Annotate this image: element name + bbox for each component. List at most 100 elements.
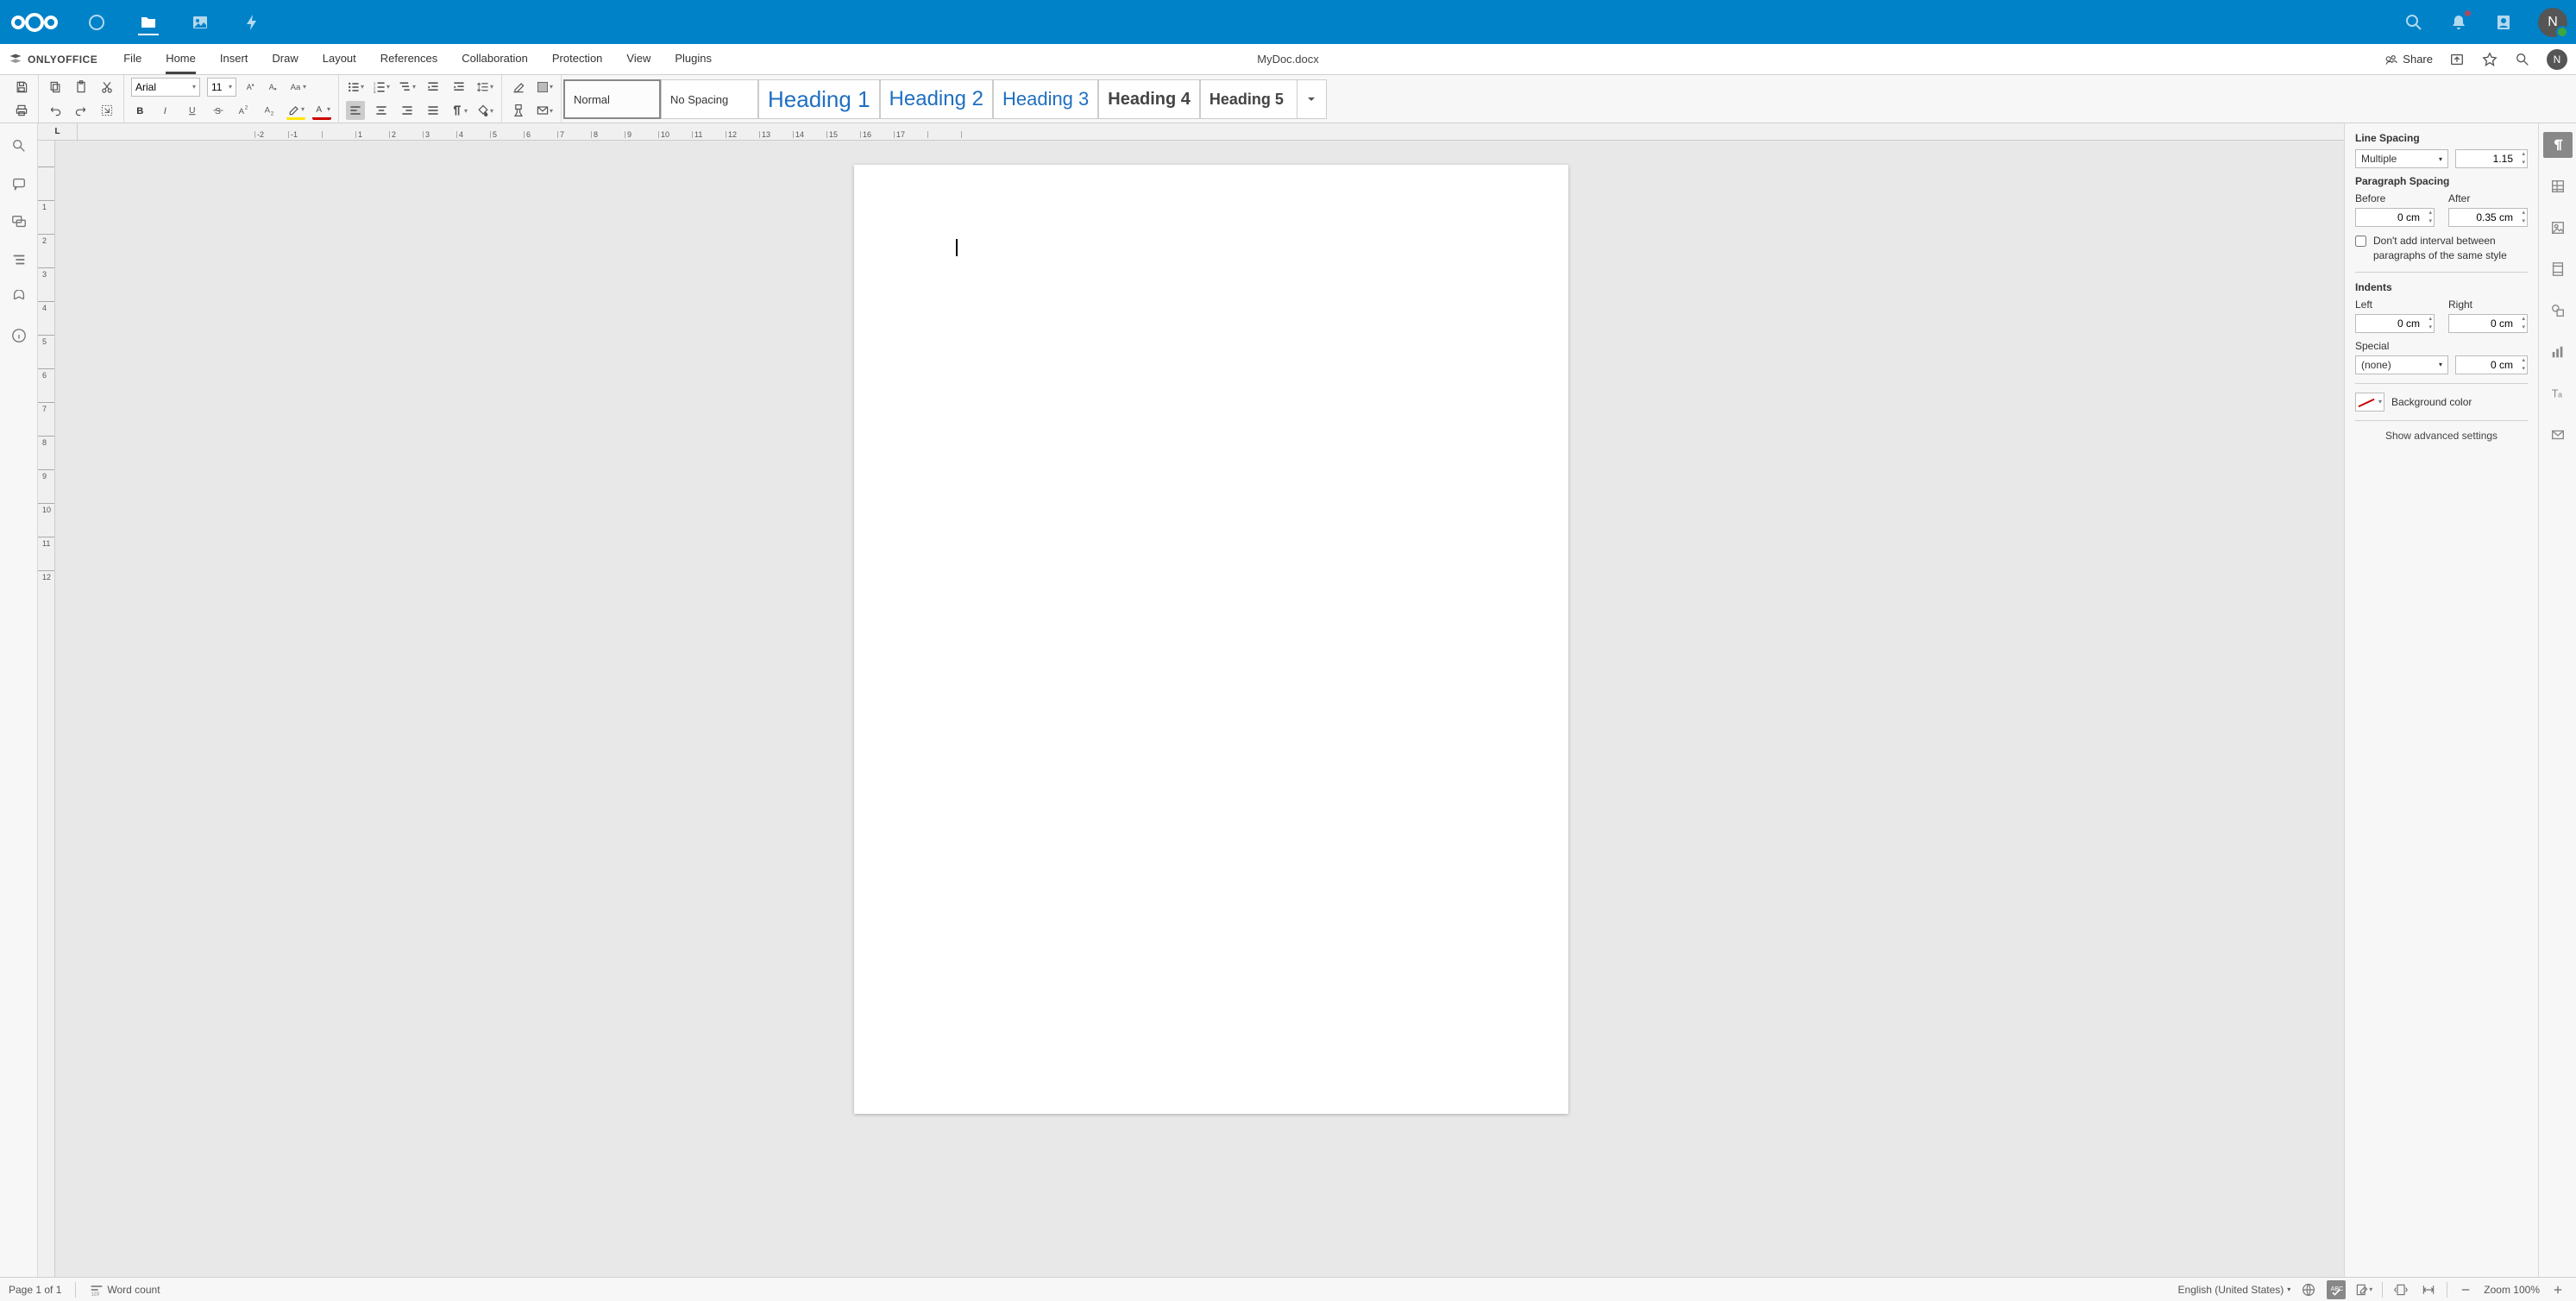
- feedback-icon[interactable]: [10, 289, 28, 306]
- highlight-color-icon[interactable]: ▾: [286, 101, 305, 120]
- font-name-selector[interactable]: ▾: [131, 78, 200, 97]
- style-heading-1[interactable]: Heading 1: [758, 79, 880, 119]
- styles-more-button[interactable]: [1297, 79, 1327, 119]
- style-no-spacing[interactable]: No Spacing: [661, 79, 758, 119]
- redo-icon[interactable]: [72, 101, 91, 120]
- open-location-icon[interactable]: [2448, 51, 2466, 68]
- shape-settings-tab-icon[interactable]: [2543, 298, 2573, 324]
- set-doc-language-icon[interactable]: [2299, 1280, 2318, 1299]
- font-name-input[interactable]: [135, 81, 189, 93]
- line-spacing-mode-select[interactable]: Multiple▾: [2355, 149, 2448, 168]
- style-heading-3[interactable]: Heading 3: [993, 79, 1098, 119]
- decrease-font-icon[interactable]: A▾: [266, 79, 281, 95]
- page-indicator[interactable]: Page 1 of 1: [9, 1284, 61, 1296]
- line-spacing-value-input[interactable]: [2455, 149, 2528, 168]
- language-selector[interactable]: English (United States) ▾: [2178, 1284, 2291, 1296]
- chart-settings-tab-icon[interactable]: [2543, 339, 2573, 365]
- font-size-selector[interactable]: ▾: [207, 78, 236, 97]
- track-changes-icon[interactable]: ▾: [2354, 1280, 2373, 1299]
- menu-file[interactable]: File: [123, 45, 141, 74]
- increase-font-icon[interactable]: A▴: [243, 79, 259, 95]
- align-left-icon[interactable]: [346, 101, 365, 120]
- indent-left-input[interactable]: [2355, 314, 2435, 333]
- dashboard-app-icon[interactable]: [86, 12, 107, 33]
- paragraph-shading-icon[interactable]: ▾: [535, 78, 554, 97]
- favorite-star-icon[interactable]: [2481, 51, 2498, 68]
- decrease-indent-icon[interactable]: [424, 78, 443, 97]
- menu-plugins[interactable]: Plugins: [675, 45, 712, 74]
- align-right-icon[interactable]: [398, 101, 417, 120]
- spacing-before-value[interactable]: [2359, 211, 2420, 223]
- mailmerge-settings-tab-icon[interactable]: [2543, 422, 2573, 448]
- bullet-list-icon[interactable]: ▾: [346, 78, 365, 97]
- multilevel-list-icon[interactable]: ▾: [398, 78, 417, 97]
- style-normal[interactable]: Normal: [563, 79, 661, 119]
- line-spacing-icon[interactable]: ▾: [475, 78, 494, 97]
- spacing-before-input[interactable]: [2355, 208, 2435, 227]
- nonprinting-icon[interactable]: ▾: [449, 101, 468, 120]
- superscript-icon[interactable]: A2: [235, 101, 254, 120]
- document-name[interactable]: MyDoc.docx: [1257, 53, 1319, 66]
- indent-right-value[interactable]: [2453, 317, 2513, 330]
- editor-user-avatar[interactable]: N: [2547, 49, 2567, 70]
- spellcheck-icon[interactable]: ABC: [2327, 1280, 2346, 1299]
- indent-left-value[interactable]: [2359, 317, 2420, 330]
- search-icon[interactable]: [2403, 12, 2424, 33]
- menu-view[interactable]: View: [626, 45, 650, 74]
- activity-app-icon[interactable]: [242, 12, 262, 33]
- table-settings-tab-icon[interactable]: [2543, 173, 2573, 199]
- menu-references[interactable]: References: [380, 45, 437, 74]
- document-scroll[interactable]: [78, 141, 2344, 1277]
- headings-icon[interactable]: [10, 251, 28, 268]
- increase-indent-icon[interactable]: [449, 78, 468, 97]
- files-app-icon[interactable]: [138, 15, 159, 35]
- spacing-after-value[interactable]: [2453, 211, 2513, 223]
- italic-icon[interactable]: I: [157, 101, 176, 120]
- align-center-icon[interactable]: [372, 101, 391, 120]
- align-justify-icon[interactable]: [424, 101, 443, 120]
- spacing-after-input[interactable]: [2448, 208, 2528, 227]
- menu-collaboration[interactable]: Collaboration: [462, 45, 528, 74]
- horizontal-ruler[interactable]: -2-11234567891011121314151617: [78, 123, 2344, 141]
- find-icon[interactable]: [10, 137, 28, 154]
- style-heading-4[interactable]: Heading 4: [1098, 79, 1200, 119]
- paste-icon[interactable]: [72, 78, 91, 97]
- no-interval-checkbox[interactable]: Don't add interval between paragraphs of…: [2355, 234, 2528, 263]
- font-size-input[interactable]: [211, 81, 225, 93]
- style-heading-5[interactable]: Heading 5: [1200, 79, 1297, 119]
- onlyoffice-brand[interactable]: ONLYOFFICE: [9, 53, 97, 66]
- zoom-level[interactable]: Zoom 100%: [2484, 1284, 2540, 1296]
- image-settings-tab-icon[interactable]: [2543, 215, 2573, 241]
- cut-icon[interactable]: [97, 78, 116, 97]
- share-button[interactable]: Share: [2384, 53, 2433, 66]
- notifications-icon[interactable]: [2448, 12, 2469, 33]
- change-case-icon[interactable]: Aa▾: [288, 78, 307, 97]
- number-list-icon[interactable]: 123▾: [372, 78, 391, 97]
- chat-icon[interactable]: [10, 213, 28, 230]
- subscript-icon[interactable]: A2: [261, 101, 280, 120]
- contacts-icon[interactable]: [2493, 12, 2514, 33]
- user-avatar[interactable]: N: [2538, 8, 2567, 37]
- background-color-swatch[interactable]: ▾: [2355, 393, 2384, 412]
- about-icon[interactable]: [10, 327, 28, 344]
- menu-draw[interactable]: Draw: [272, 45, 298, 74]
- word-count-button[interactable]: 123 Word count: [90, 1283, 160, 1297]
- copy-style-icon[interactable]: [509, 101, 528, 120]
- textart-settings-tab-icon[interactable]: Ta: [2543, 380, 2573, 406]
- photos-app-icon[interactable]: [190, 12, 210, 33]
- menu-protection[interactable]: Protection: [552, 45, 603, 74]
- show-advanced-link[interactable]: Show advanced settings: [2355, 430, 2528, 442]
- indent-right-input[interactable]: [2448, 314, 2528, 333]
- shading-icon[interactable]: ▾: [475, 101, 494, 120]
- zoom-in-icon[interactable]: [2548, 1280, 2567, 1299]
- print-icon[interactable]: [12, 101, 31, 120]
- zoom-out-icon[interactable]: [2456, 1280, 2475, 1299]
- fit-page-icon[interactable]: [2391, 1280, 2410, 1299]
- nextcloud-logo[interactable]: [9, 9, 60, 35]
- copy-icon[interactable]: [46, 78, 65, 97]
- bold-icon[interactable]: B: [131, 101, 150, 120]
- undo-icon[interactable]: [46, 101, 65, 120]
- menu-insert[interactable]: Insert: [220, 45, 248, 74]
- special-indent-value-input[interactable]: [2455, 355, 2528, 374]
- mailmerge-icon[interactable]: ▾: [535, 101, 554, 120]
